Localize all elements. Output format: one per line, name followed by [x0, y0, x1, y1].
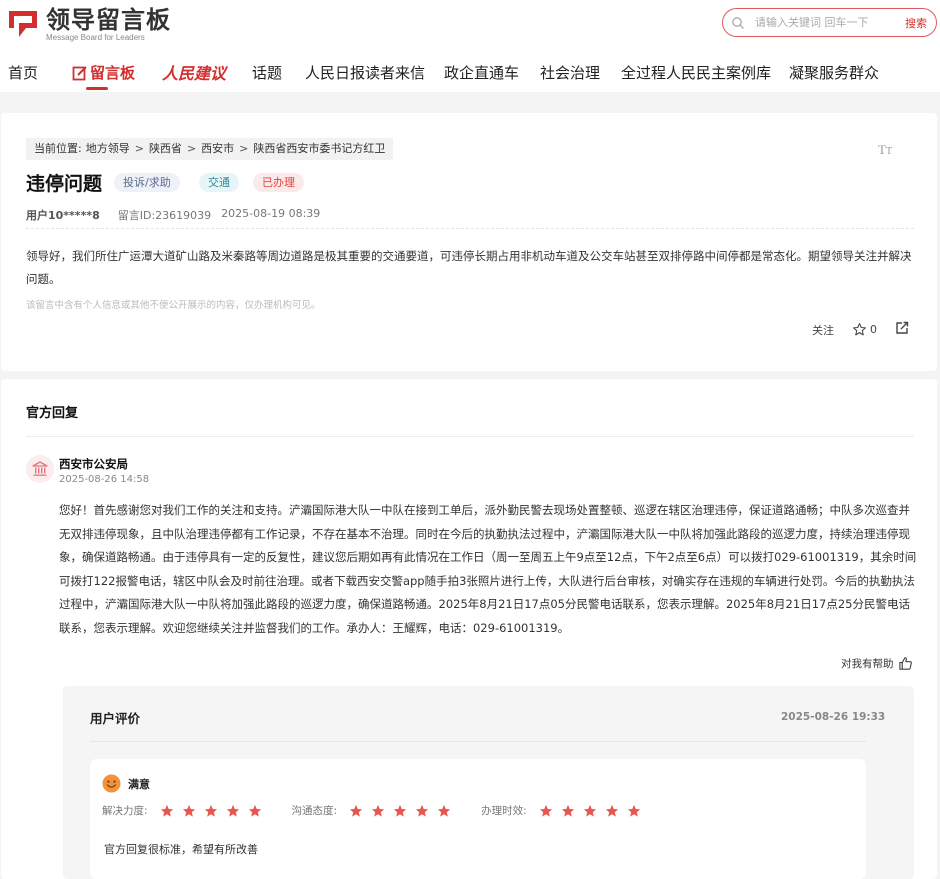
star-icon	[583, 804, 596, 817]
star-icon	[182, 804, 195, 817]
rating-label: 办理时效:	[481, 805, 527, 817]
breadcrumb: 当前位置: 地方领导 > 陕西省 > 西安市 > 陕西省西安市委书记方红卫	[26, 138, 394, 160]
reply-content: 您好！首先感谢您对我们工作的关注和支持。浐灞国际港大队一中队在接到工单后，派外勤…	[59, 503, 917, 635]
breadcrumb-separator: >	[186, 142, 197, 155]
nav-item-democracy-cases[interactable]: 全过程人民民主案例库	[621, 62, 771, 83]
status-badge: 已办理	[253, 173, 304, 192]
star-icon	[226, 804, 239, 817]
reply-card: 官方回复 西安市公安局 2025-08-26 14:58 您好！首先感谢您对我们…	[1, 379, 937, 879]
search-icon	[732, 16, 744, 29]
star-icon	[393, 804, 407, 817]
like-button[interactable]: 0	[852, 322, 877, 337]
thumbs-up-icon	[898, 657, 912, 670]
nav-item-social-governance[interactable]: 社会治理	[540, 62, 600, 83]
type-tag: 投诉/求助	[114, 173, 180, 192]
evaluation-title: 用户评价	[90, 711, 141, 726]
message-actions: 关注 0	[812, 321, 909, 338]
breadcrumb-item[interactable]: 地方领导	[86, 138, 130, 160]
site-logo[interactable]: 领导留言板 Message Board for Leaders	[6, 7, 171, 42]
message-meta: 用户10*****8 留言ID:23619039 2025-08-19 08:3…	[26, 207, 320, 223]
star-icon	[539, 804, 552, 817]
topic-tag: 交通	[199, 173, 239, 192]
star-icon	[371, 804, 385, 817]
search-box: 搜索	[722, 8, 937, 37]
star-icon	[415, 804, 429, 817]
breadcrumb-item[interactable]: 西安市	[201, 138, 234, 160]
divider	[26, 436, 914, 437]
follow-button[interactable]: 关注	[812, 322, 834, 338]
user-evaluation: 用户评价 2025-08-26 19:33 满意 解决力度: 沟通态度: 办理时…	[63, 686, 914, 879]
breadcrumb-separator: >	[134, 142, 144, 155]
edit-icon	[72, 65, 87, 80]
breadcrumb-item[interactable]: 陕西省	[149, 138, 182, 160]
star-icon	[248, 804, 261, 817]
message-id: 留言ID:23619039	[117, 209, 212, 222]
message-time: 2025-08-19 08:39	[221, 207, 321, 220]
text-size-icon[interactable]: TT	[878, 142, 892, 158]
divider	[26, 228, 914, 229]
rating-label: 沟通态度:	[291, 805, 338, 817]
smile-emoji-icon	[102, 774, 121, 793]
divider	[90, 741, 866, 742]
message-title: 违停问题	[26, 173, 103, 195]
share-button[interactable]	[895, 321, 909, 338]
nav-item-readers-letters[interactable]: 人民日报读者来信	[305, 62, 425, 83]
logo-title: 领导留言板	[46, 6, 171, 34]
government-building-icon	[26, 455, 54, 483]
nav-item-home[interactable]: 首页	[8, 62, 38, 83]
privacy-note: 该留言中含有个人信息或其他不便公开展示的内容，仅办理机构可见。	[26, 300, 321, 311]
reply-heading: 官方回复	[26, 406, 79, 421]
nav-item-serve-people[interactable]: 凝聚服务群众	[789, 62, 879, 83]
nav-item-message-board[interactable]: 留言板	[72, 62, 135, 83]
helpful-label: 对我有帮助	[841, 658, 894, 670]
rating-stars	[160, 804, 270, 818]
nav-active-indicator	[86, 87, 108, 90]
star-icon	[605, 804, 618, 817]
rating-resolution: 解决力度:	[102, 803, 270, 818]
breadcrumb-item[interactable]: 陕西省西安市委书记方红卫	[253, 138, 385, 160]
breadcrumb-separator: >	[239, 142, 249, 155]
like-count: 0	[870, 323, 877, 336]
evaluation-detail: 满意 解决力度: 沟通态度: 办理时效: 官方回复很标准，希望有所改善	[90, 759, 866, 879]
evaluation-time: 2025-08-26 19:33	[781, 711, 886, 723]
search-input[interactable]	[755, 16, 885, 29]
rating-label: 解决力度:	[102, 805, 148, 817]
star-icon	[204, 804, 217, 817]
logo-subtitle: Message Board for Leaders	[46, 33, 145, 42]
nav-item-topics[interactable]: 话题	[252, 62, 282, 83]
rating-stars	[349, 804, 459, 818]
rating-communication: 沟通态度:	[292, 803, 460, 818]
site-header: 领导留言板 Message Board for Leaders 搜索 首页 留言…	[0, 0, 940, 92]
rating-stars	[539, 804, 649, 818]
star-icon	[160, 804, 173, 817]
breadcrumb-label: 当前位置:	[34, 142, 82, 155]
reply-date: 2025-08-26 14:58	[59, 474, 150, 485]
message-content: 领导好，我们所住广运潭大道矿山路及米秦路等周边道路是极其重要的交通要道，可违停长…	[26, 249, 912, 286]
search-button[interactable]: 搜索	[905, 15, 927, 31]
logo-icon	[6, 8, 40, 42]
evaluation-comment: 官方回复很标准，希望有所改善	[104, 843, 258, 856]
rating-timeliness: 办理时效:	[481, 803, 649, 818]
star-icon	[349, 804, 363, 817]
star-icon	[561, 804, 574, 817]
star-icon	[627, 804, 640, 817]
star-icon	[437, 804, 451, 817]
nav-item-people-suggestion[interactable]: 人民建议	[162, 60, 226, 84]
rating-list: 解决力度: 沟通态度: 办理时效:	[102, 803, 671, 818]
star-icon	[853, 323, 866, 336]
share-icon	[896, 321, 909, 334]
message-card: 当前位置: 地方领导 > 陕西省 > 西安市 > 陕西省西安市委书记方红卫 TT…	[1, 113, 937, 371]
nav-item-label: 留言板	[90, 64, 136, 82]
satisfaction-label: 满意	[128, 778, 150, 791]
reply-org-name: 西安市公安局	[59, 457, 128, 471]
nav-item-enterprise-express[interactable]: 政企直通车	[444, 62, 519, 83]
author-name: 用户10*****8	[26, 209, 100, 222]
helpful-button[interactable]: 对我有帮助	[841, 656, 913, 671]
